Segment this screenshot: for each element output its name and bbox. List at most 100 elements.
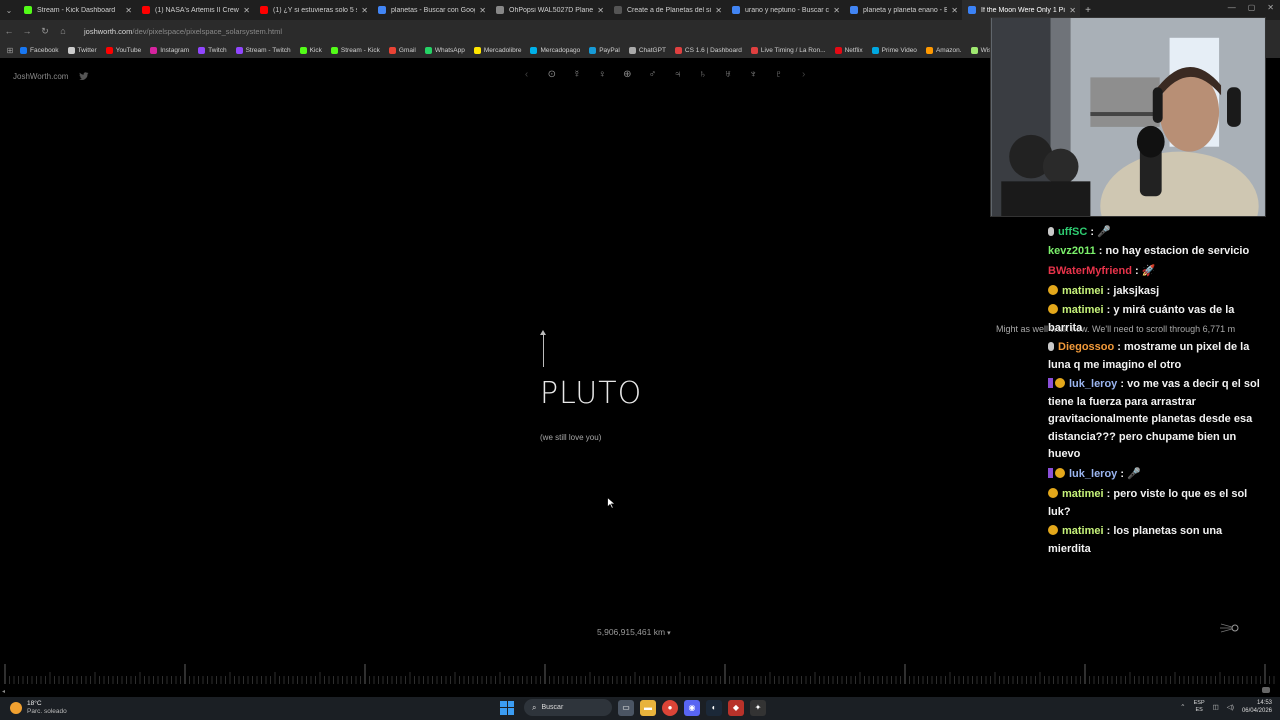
bookmark-item[interactable]: Twitter <box>67 46 97 54</box>
recorder-app-icon[interactable]: ◆ <box>728 699 744 716</box>
tab-close-icon[interactable]: ✕ <box>597 6 604 15</box>
bookmark-item[interactable]: Stream - Twitch <box>235 46 291 54</box>
planet-nav-icon[interactable]: ♂ <box>640 68 665 82</box>
horizontal-scrollbar-thumb[interactable] <box>1262 687 1270 693</box>
browser-tab[interactable]: (1) ¿Y si estuvieras solo 5 segu ✕ <box>254 0 372 20</box>
browser-tab[interactable]: Stream - Kick Dashboard ✕ <box>18 0 136 20</box>
tab-close-icon[interactable]: ✕ <box>361 6 368 15</box>
planet-nav-icon[interactable]: ⊙ <box>539 68 564 82</box>
weather-widget[interactable]: 18°C Parc. soleado <box>10 700 67 716</box>
tab-close-icon[interactable]: ✕ <box>243 6 250 15</box>
tray-chevron-icon[interactable]: ⌃ <box>1180 703 1185 711</box>
bookmark-item[interactable]: Facebook <box>20 46 59 54</box>
steam-icon[interactable]: ◐ <box>706 699 722 716</box>
distance-caret-icon[interactable]: ▾ <box>667 630 671 637</box>
reload-icon[interactable]: ↻ <box>36 26 54 37</box>
tab-close-icon[interactable]: ✕ <box>1069 6 1076 15</box>
gold-badge-icon <box>1048 304 1058 314</box>
forward-icon[interactable]: → <box>18 26 36 36</box>
bookmark-label: Prime Video <box>881 46 917 54</box>
chat-message: kevz2011 : no hay estacion de servicio <box>1048 243 1266 261</box>
discord-icon[interactable]: ◉ <box>684 699 700 716</box>
chat-username[interactable]: BWaterMyfriend <box>1048 265 1132 277</box>
site-brand-link[interactable]: JoshWorth.com <box>13 72 68 81</box>
chat-username[interactable]: luk_leroy <box>1069 468 1117 480</box>
tab-close-icon[interactable]: ✕ <box>715 6 722 15</box>
chat-username[interactable]: luk_leroy <box>1069 378 1117 390</box>
windows-start-icon[interactable] <box>500 700 514 715</box>
planet-nav-icon[interactable]: ‹ <box>514 68 539 82</box>
home-icon[interactable]: ⌂ <box>54 26 72 36</box>
minimize-icon[interactable]: — <box>1228 3 1236 12</box>
apps-grid-icon[interactable]: ⊞ <box>0 46 20 55</box>
bookmark-item[interactable]: Prime Video <box>871 46 917 54</box>
browser-tab[interactable]: urano y neptuno - Buscar con G✕ <box>726 0 844 20</box>
bookmark-item[interactable]: Amazon. <box>925 46 962 54</box>
chat-username[interactable]: uffSC <box>1058 226 1087 238</box>
bookmark-item[interactable]: PayPal <box>589 46 620 54</box>
taskbar-search[interactable]: ⌕ Buscar <box>524 699 612 716</box>
file-explorer-icon[interactable]: ▬ <box>640 699 656 716</box>
planet-nav-icon[interactable]: ♄ <box>690 68 715 82</box>
comet-icon[interactable] <box>1219 622 1241 634</box>
new-tab-button[interactable]: + <box>1080 5 1096 16</box>
bookmark-item[interactable]: Kick <box>299 46 322 54</box>
tab-close-icon[interactable]: ✕ <box>479 6 486 15</box>
system-clock[interactable]: 14:53 06/04/2026 <box>1242 699 1272 715</box>
bookmark-item[interactable]: Mercadopago <box>530 46 580 54</box>
bookmark-item[interactable]: YouTube <box>105 46 141 54</box>
chat-username[interactable]: matimei <box>1062 285 1104 297</box>
bookmark-favicon-icon <box>20 46 27 54</box>
browser-tab[interactable]: Create a de Planetas del sistem ✕ <box>608 0 726 20</box>
chrome-icon[interactable]: ● <box>662 699 678 716</box>
bookmark-item[interactable]: Live Timing / La Ron... <box>750 46 826 54</box>
bookmark-item[interactable]: Netflix <box>834 46 863 54</box>
chat-username[interactable]: matimei <box>1062 304 1104 316</box>
planet-nav-icon[interactable]: ♅ <box>716 68 741 82</box>
bookmark-item[interactable]: WhatsApp <box>424 46 465 54</box>
bookmark-item[interactable]: Stream - Kick <box>330 46 380 54</box>
distance-readout[interactable]: 5,906,915,461 km ▾ <box>597 627 671 637</box>
bookmark-favicon-icon <box>628 46 636 54</box>
planet-nav-icon[interactable]: ♆ <box>741 68 766 82</box>
planet-nav-icon[interactable]: ♇ <box>766 68 791 82</box>
language-bottom: ES <box>1195 707 1203 713</box>
tab-close-icon[interactable]: ✕ <box>125 6 132 15</box>
bookmark-item[interactable]: ChatGPT <box>628 46 666 54</box>
bookmark-label: Twitter <box>77 46 97 54</box>
planet-nav-icon[interactable]: ♀ <box>590 68 615 82</box>
browser-tab[interactable]: planetas - Buscar con Google ✕ <box>372 0 490 20</box>
planet-nav-icon[interactable]: ⊕ <box>615 68 640 82</box>
volume-icon[interactable]: ◁) <box>1227 703 1234 711</box>
scroll-left-icon[interactable]: ◂ <box>2 688 5 695</box>
planet-nav-icon[interactable]: › <box>791 68 816 82</box>
browser-tab[interactable]: (1) NASA's Artemis II Crew Flies ✕ <box>136 0 254 20</box>
tab-search-icon[interactable]: ⌄ <box>0 6 18 15</box>
chat-username[interactable]: matimei <box>1062 525 1104 537</box>
chat-username[interactable]: kevz2011 <box>1048 245 1096 257</box>
bookmark-item[interactable]: Mercadolibre <box>473 46 521 54</box>
bookmark-item[interactable]: CS 1.6 | Dashboard <box>674 46 742 54</box>
bookmark-item[interactable]: Instagram <box>150 46 189 54</box>
tab-close-icon[interactable]: ✕ <box>951 6 958 15</box>
window-controls: — ▢ ✕ <box>1228 3 1274 12</box>
planet-nav-icon[interactable]: ☿ <box>564 68 589 82</box>
language-indicator[interactable]: ESP ES <box>1194 700 1205 714</box>
tab-close-icon[interactable]: ✕ <box>833 6 840 15</box>
planet-nav-icon[interactable]: ♃ <box>665 68 690 82</box>
network-icon[interactable]: ◫ <box>1213 703 1219 711</box>
task-view-icon[interactable]: ▭ <box>618 699 634 716</box>
planet-title: PLUTO <box>540 376 643 411</box>
back-icon[interactable]: ← <box>0 26 18 36</box>
twitter-icon[interactable] <box>79 71 89 81</box>
chat-username[interactable]: matimei <box>1062 488 1104 500</box>
close-window-icon[interactable]: ✕ <box>1267 3 1274 12</box>
maximize-icon[interactable]: ▢ <box>1248 3 1256 12</box>
bookmark-item[interactable]: Gmail <box>388 46 416 54</box>
capture-app-icon[interactable]: ✦ <box>750 699 766 716</box>
browser-tab[interactable]: OhPopsi WAL5027D Planets Wa✕ <box>490 0 608 20</box>
browser-tab[interactable]: planeta y planeta enano - Busc✕ <box>844 0 962 20</box>
url-field[interactable]: joshworth.com/dev/pixelspace/pixelspace_… <box>84 27 282 36</box>
chat-username[interactable]: Diegossoo <box>1058 341 1114 353</box>
bookmark-item[interactable]: Twitch <box>198 46 227 54</box>
